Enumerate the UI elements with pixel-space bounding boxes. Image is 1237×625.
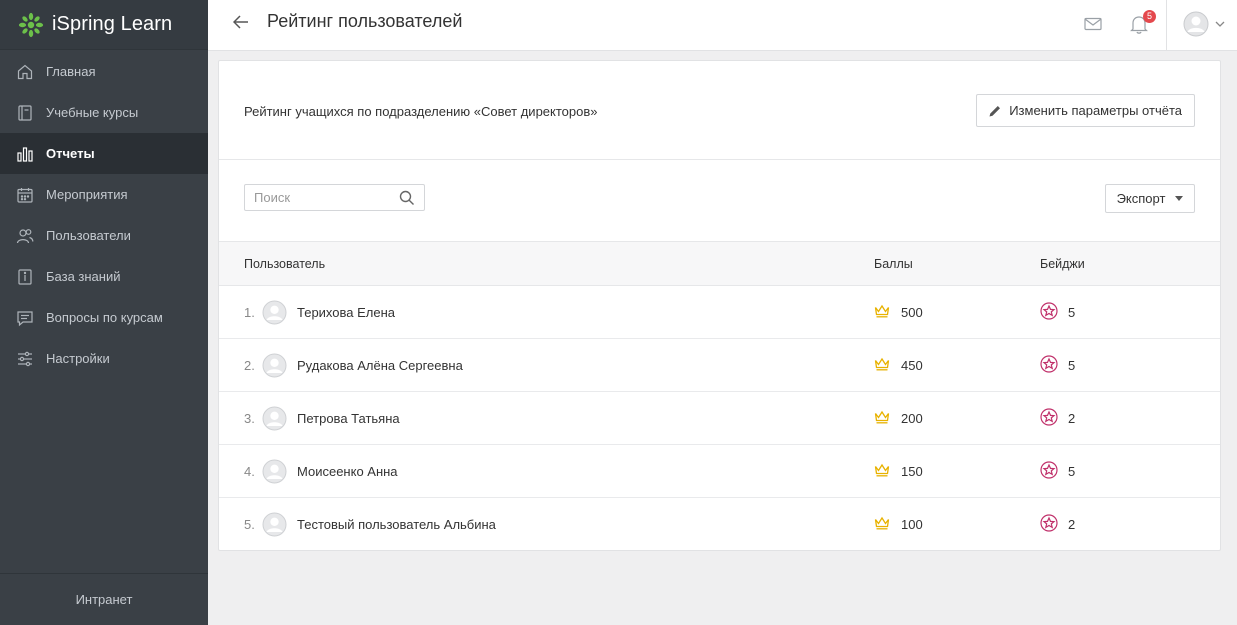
table-row[interactable]: 3. Петрова Татьяна 200 2 — [219, 392, 1220, 445]
column-header-score[interactable]: Баллы — [874, 257, 913, 271]
export-dropdown[interactable]: Экспорт — [1105, 184, 1195, 213]
ispring-logo-icon — [18, 12, 44, 37]
sidebar-item-course-questions[interactable]: Вопросы по курсам — [0, 297, 208, 338]
table-row[interactable]: 4. Моисеенко Анна 150 5 — [219, 445, 1220, 498]
intranet-link[interactable]: Интранет — [0, 573, 208, 625]
score-value: 450 — [901, 358, 923, 373]
export-label: Экспорт — [1116, 191, 1166, 206]
divider — [1166, 0, 1167, 51]
mail-icon[interactable] — [1083, 14, 1103, 34]
badges-value: 2 — [1068, 517, 1076, 532]
badge-star-icon — [1040, 461, 1058, 479]
sidebar-item-users[interactable]: Пользователи — [0, 215, 208, 256]
table-row[interactable]: 2. Рудакова Алёна Сергеевна 450 5 — [219, 339, 1220, 392]
caret-down-icon — [1175, 196, 1184, 201]
chat-icon — [16, 309, 34, 327]
brand-name: iSpring Learn — [52, 13, 173, 35]
badges-value: 5 — [1068, 305, 1076, 320]
user-menu[interactable] — [1183, 11, 1227, 37]
rank: 2. — [244, 358, 255, 373]
arrow-left-icon — [233, 15, 248, 29]
sidebar-item-label: Настройки — [46, 351, 110, 366]
book-icon — [16, 104, 34, 122]
crown-icon — [874, 410, 890, 424]
column-header-badges[interactable]: Бейджи — [1040, 257, 1085, 271]
user-name[interactable]: Петрова Татьяна — [297, 411, 400, 426]
user-name[interactable]: Тестовый пользователь Альбина — [297, 517, 496, 532]
badge-star-icon — [1040, 408, 1058, 426]
user-name[interactable]: Моисеенко Анна — [297, 464, 398, 479]
table-body: 1. Терихова Елена 500 5 2. Рудакова Алён… — [219, 286, 1220, 551]
crown-icon — [874, 463, 890, 477]
report-header: Рейтинг учащихся по подразделению «Совет… — [219, 61, 1220, 160]
rank: 5. — [244, 517, 255, 532]
sidebar-item-label: Вопросы по курсам — [46, 310, 163, 325]
report-card: Рейтинг учащихся по подразделению «Совет… — [218, 60, 1221, 551]
sidebar-item-settings[interactable]: Настройки — [0, 338, 208, 379]
sidebar-item-knowledge-base[interactable]: База знаний — [0, 256, 208, 297]
badges-value: 5 — [1068, 464, 1076, 479]
crown-icon — [874, 357, 890, 371]
knowledge-base-icon — [16, 268, 34, 286]
avatar — [262, 300, 287, 325]
chevron-down-icon — [1215, 21, 1225, 27]
badge-star-icon — [1040, 302, 1058, 320]
rank: 4. — [244, 464, 255, 479]
score-value: 200 — [901, 411, 923, 426]
avatar — [262, 406, 287, 431]
table-toolbar: Экспорт — [219, 160, 1220, 242]
sidebar-item-label: Учебные курсы — [46, 105, 139, 120]
search-input[interactable] — [245, 185, 395, 210]
score-value: 150 — [901, 464, 923, 479]
crown-icon — [874, 304, 890, 318]
table-header: Пользователь Баллы Бейджи — [219, 242, 1220, 286]
user-name[interactable]: Рудакова Алёна Сергеевна — [297, 358, 463, 373]
sidebar-nav: Главная Учебные курсы Отчеты Мероприятия… — [0, 50, 208, 379]
rank: 1. — [244, 305, 255, 320]
home-icon — [16, 63, 34, 81]
score-value: 500 — [901, 305, 923, 320]
sidebar-item-events[interactable]: Мероприятия — [0, 174, 208, 215]
search-icon[interactable] — [399, 190, 415, 206]
avatar — [262, 459, 287, 484]
edit-report-params-label: Изменить параметры отчёта — [1009, 103, 1182, 118]
sidebar-item-courses[interactable]: Учебные курсы — [0, 92, 208, 133]
badges-value: 5 — [1068, 358, 1076, 373]
brand[interactable]: iSpring Learn — [0, 0, 208, 50]
sidebar-item-label: Пользователи — [46, 228, 131, 243]
table-row[interactable]: 5. Тестовый пользователь Альбина 100 2 — [219, 498, 1220, 551]
back-button[interactable] — [230, 11, 252, 33]
sidebar: iSpring Learn Главная Учебные курсы Отче… — [0, 0, 208, 625]
crown-icon — [874, 516, 890, 530]
report-description: Рейтинг учащихся по подразделению «Совет… — [244, 104, 598, 119]
bar-chart-icon — [16, 145, 34, 163]
rank: 3. — [244, 411, 255, 426]
edit-report-params-button[interactable]: Изменить параметры отчёта — [976, 94, 1195, 127]
sidebar-item-label: Главная — [46, 64, 96, 79]
score-value: 100 — [901, 517, 923, 532]
sidebar-item-home[interactable]: Главная — [0, 51, 208, 92]
notification-badge: 5 — [1143, 10, 1156, 23]
table-row[interactable]: 1. Терихова Елена 500 5 — [219, 286, 1220, 339]
user-name[interactable]: Терихова Елена — [297, 305, 395, 320]
sidebar-item-label: Отчеты — [46, 146, 95, 161]
sidebar-item-reports[interactable]: Отчеты — [0, 133, 208, 174]
sliders-icon — [16, 350, 34, 368]
badges-value: 2 — [1068, 411, 1076, 426]
avatar — [262, 512, 287, 537]
pencil-icon — [989, 105, 1001, 116]
column-header-user[interactable]: Пользователь — [244, 257, 325, 271]
badge-star-icon — [1040, 355, 1058, 373]
avatar — [1183, 11, 1209, 37]
page-title: Рейтинг пользователей — [267, 11, 463, 31]
calendar-icon — [16, 186, 34, 204]
top-bar: Рейтинг пользователей 5 — [208, 0, 1237, 51]
badge-star-icon — [1040, 514, 1058, 532]
avatar — [262, 353, 287, 378]
search-box — [244, 184, 425, 211]
users-icon — [16, 227, 34, 245]
sidebar-item-label: База знаний — [46, 269, 121, 284]
sidebar-item-label: Мероприятия — [46, 187, 128, 202]
